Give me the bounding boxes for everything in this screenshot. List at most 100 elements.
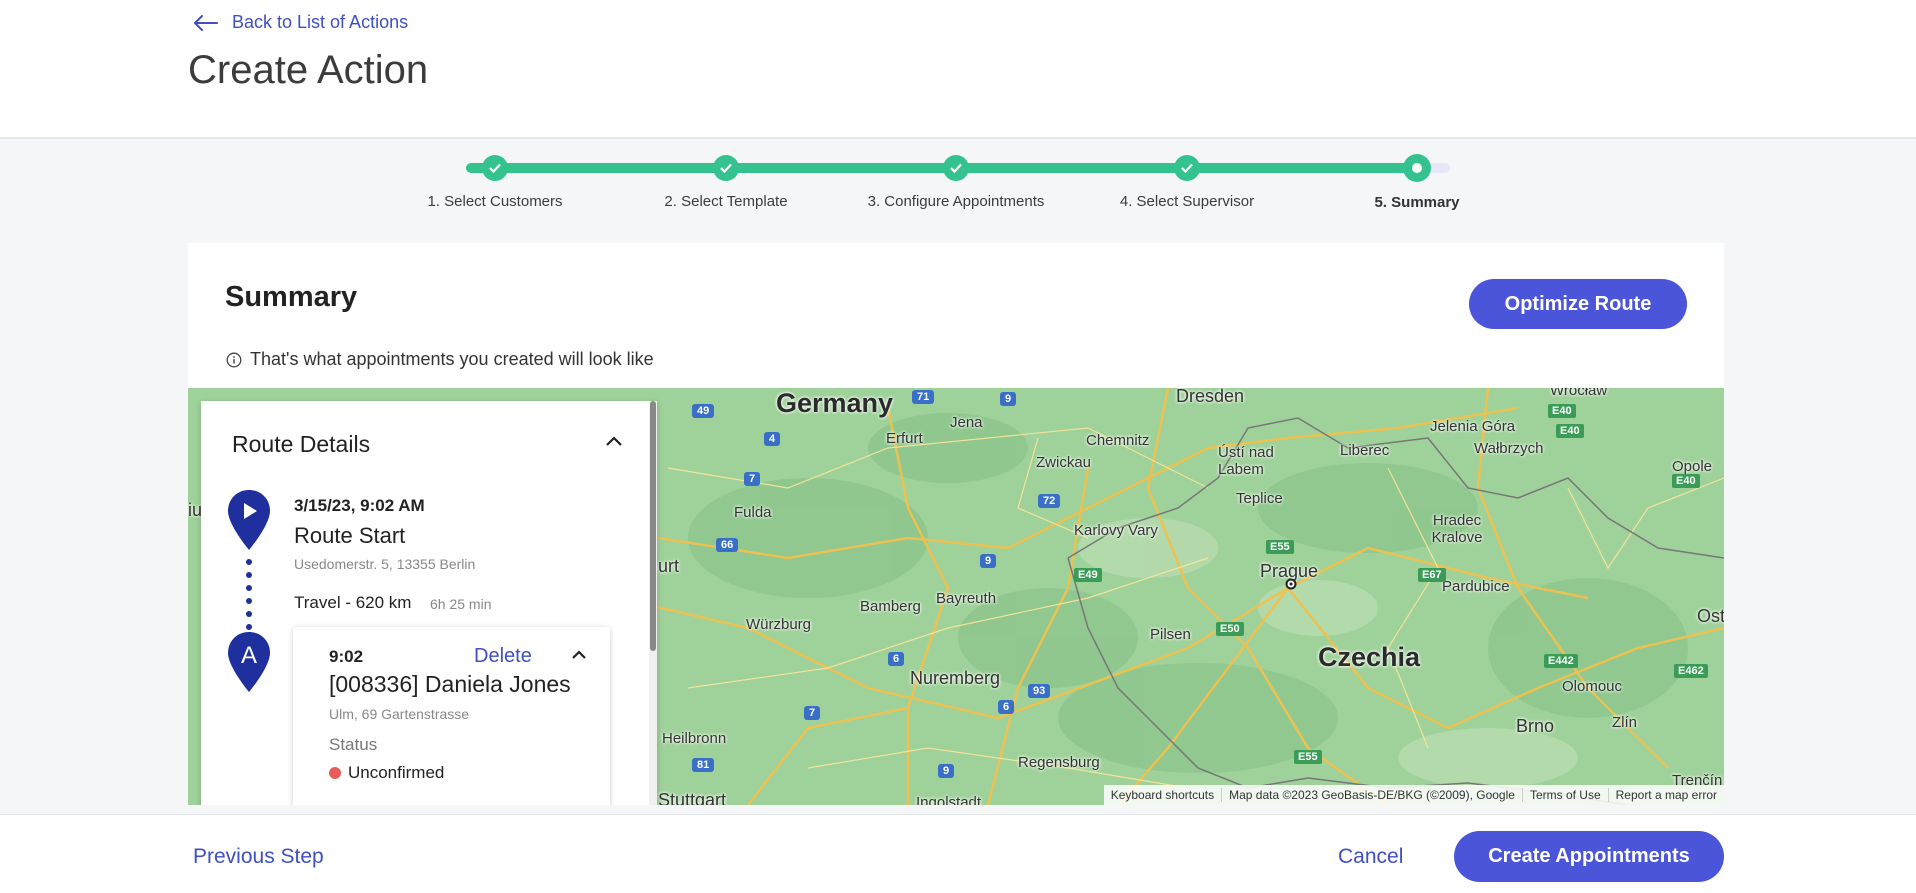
appointment-address: Ulm, 69 Gartenstrasse [329,706,470,722]
step-select-supervisor[interactable]: 4. Select Supervisor [1087,150,1287,210]
map-label-opole: Opole [1672,458,1713,475]
current-step-icon [1403,154,1431,182]
appointment-time: 9:02 [329,647,364,666]
map-label-bamberg: Bamberg [860,598,921,615]
optimize-route-button[interactable]: Optimize Route [1469,279,1687,329]
page-title: Create Action [188,48,429,92]
status-dot-icon [329,767,341,779]
terms-of-use-link[interactable]: Terms of Use [1521,788,1608,802]
map-label-zlin: Zlín [1612,714,1638,731]
summary-info-text: That's what appointments you created wil… [250,349,654,369]
road-shield: 6 [888,652,905,666]
map-data-credit: Map data ©2023 GeoBasis-DE/BKG (©2009), … [1221,788,1522,802]
route-map[interactable]: Germany Czechia Prague Dresden Nuremberg… [188,388,1724,805]
euro-road-shield: E40 [1548,404,1576,418]
travel-distance: Travel - 620 km [294,593,412,612]
map-label-germany: Germany [776,388,894,418]
step-label: 1. Select Customers [427,193,563,210]
road-shield: 9 [1000,392,1017,406]
road-shield: 9 [980,554,997,568]
euro-road-shield: E55 [1266,540,1294,554]
map-label-wurzburg: Würzburg [746,616,812,633]
map-attribution: Keyboard shortcuts Map data ©2023 GeoBas… [1103,785,1724,805]
svg-text:A: A [241,642,257,669]
previous-step-button[interactable]: Previous Step [193,845,324,869]
route-details-title: Route Details [232,431,371,457]
euro-road-shield: E49 [1074,568,1102,582]
check-icon [713,155,739,181]
check-icon [943,155,969,181]
road-shield: 6 [998,700,1015,714]
euro-road-shield: E55 [1294,750,1322,764]
cancel-button[interactable]: Cancel [1338,845,1403,869]
step-select-template[interactable]: 2. Select Template [626,150,826,210]
step-summary: 5. Summary [1317,150,1517,211]
euro-road-shield: E442 [1544,654,1578,668]
step-configure-appointments[interactable]: 3. Configure Appointments [856,150,1056,210]
map-label-olomouc: Olomouc [1562,678,1623,695]
road-shield: 7 [744,472,761,486]
route-start-datetime: 3/15/23, 9:02 AM [294,496,425,515]
map-label-karlovy-vary: Karlovy Vary [1074,522,1158,539]
map-label-pilsen: Pilsen [1150,626,1191,643]
road-shield: 93 [1028,684,1051,698]
create-appointments-button[interactable]: Create Appointments [1454,831,1724,882]
chevron-up-icon[interactable] [571,649,587,660]
map-label-iu: iu [188,500,203,520]
map-label-walbrzych: Wałbrzych [1474,440,1544,457]
appointment-status-label: Status [329,735,378,754]
map-label-usti: Ústí nad Labem [1218,444,1274,478]
road-shield: 66 [716,538,739,552]
map-label-ost: Ost [1697,606,1724,626]
map-label-nuremberg: Nuremberg [910,668,1001,688]
delete-appointment-button[interactable]: Delete [474,645,532,668]
map-label-hradec-kralove: Hradec Kralove [1431,512,1483,546]
map-label-bayreuth: Bayreuth [936,590,997,607]
map-label-teplice: Teplice [1236,490,1283,507]
appointment-customer-name: [008336] Daniela Jones [329,671,571,697]
route-start-pin-icon [228,490,270,550]
route-start-title: Route Start [294,523,406,548]
map-label-jelenia-gora: Jelenia Góra [1430,418,1516,435]
road-shield: 4 [764,432,781,446]
euro-road-shield: E50 [1216,622,1244,636]
progress-stepper: 1. Select Customers 2. Select Template 3… [0,150,1916,230]
map-label-urt: urt [658,556,680,576]
check-icon [1174,155,1200,181]
back-link-label: Back to List of Actions [232,12,409,32]
road-shield: 7 [804,706,821,720]
road-shield: 9 [938,764,955,778]
euro-road-shield: E462 [1674,664,1708,678]
appointment-card: 9:02 Delete [008336] Daniela Jones Ulm, … [293,627,610,805]
step-label: 5. Summary [1374,194,1460,211]
map-label-erfurt: Erfurt [886,430,923,447]
map-label-jena: Jena [950,414,983,431]
keyboard-shortcuts-link[interactable]: Keyboard shortcuts [1104,788,1221,802]
city-marker-icon [1285,578,1297,590]
info-icon [226,352,242,367]
summary-title: Summary [225,281,358,313]
route-panel-scrollbar[interactable] [649,401,657,805]
road-shield: 49 [692,404,715,418]
appointment-status-value: Unconfirmed [348,763,445,782]
step-label: 3. Configure Appointments [867,193,1045,210]
travel-duration: 6h 25 min [430,596,492,612]
route-connector [246,559,252,639]
chevron-up-icon[interactable] [605,435,623,447]
map-label-dresden: Dresden [1176,388,1245,406]
route-start-address: Usedomerstr. 5, 13355 Berlin [294,556,476,572]
map-label-brno: Brno [1516,716,1555,736]
map-label-czechia: Czechia [1318,642,1421,672]
map-label-liberec: Liberec [1340,442,1390,459]
back-to-list-link[interactable]: Back to List of Actions [194,12,408,33]
map-label-wroclaw: Wrocław [1550,388,1608,399]
euro-road-shield: E40 [1556,424,1584,438]
map-label-zwickau: Zwickau [1036,454,1092,471]
map-label-ingolstadt: Ingolstadt [916,794,982,805]
appointment-pin-icon: A [228,632,270,692]
step-label: 2. Select Template [664,193,788,210]
report-map-error-link[interactable]: Report a map error [1607,788,1724,802]
map-label-fulda: Fulda [734,504,772,521]
step-select-customers[interactable]: 1. Select Customers [395,150,595,210]
map-label-regensburg: Regensburg [1018,754,1100,771]
